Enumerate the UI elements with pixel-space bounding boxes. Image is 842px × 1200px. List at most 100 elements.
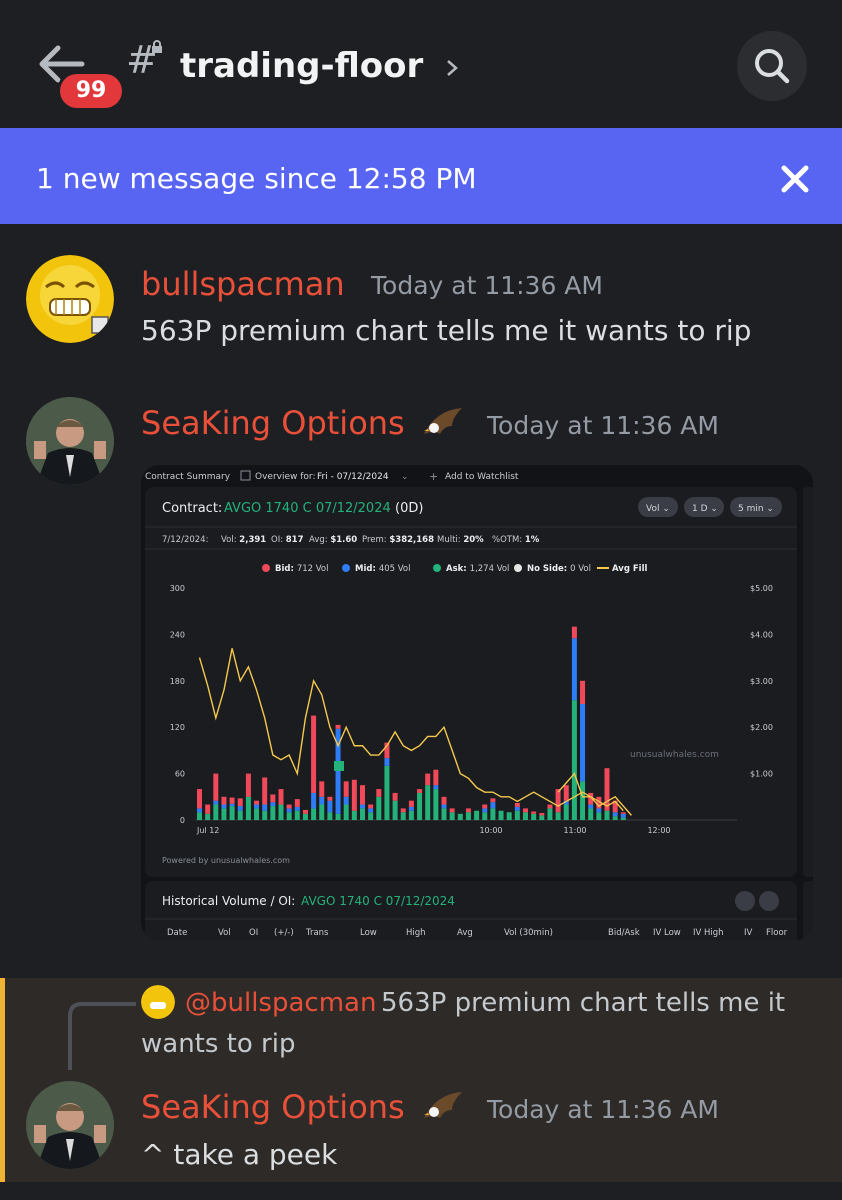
bar-segment-ask — [449, 812, 455, 820]
bar-segment-mid — [270, 802, 276, 807]
bar-segment-ask — [278, 804, 284, 820]
column-header: OI — [249, 928, 258, 938]
bar-segment-ask — [604, 810, 610, 820]
message-author[interactable]: SeaKing Options — [141, 404, 405, 442]
bar-segment-bid — [400, 808, 406, 813]
avatar[interactable] — [26, 255, 114, 343]
chart-panel — [145, 487, 797, 877]
bar-segment-ask — [311, 808, 317, 820]
bar-segment-ask — [408, 810, 414, 820]
bar-segment-bid — [343, 781, 349, 797]
reply-author[interactable]: @bullspacman — [185, 988, 376, 1018]
legend-swatch — [514, 564, 522, 572]
bar-segment-ask — [400, 812, 406, 820]
stat-item: Prem: $382,168 — [362, 535, 434, 545]
bar-segment-ask — [555, 812, 561, 820]
avatar[interactable] — [26, 1081, 114, 1169]
bar-segment-mid — [514, 806, 520, 811]
x-tick-label: 11:00 — [563, 826, 586, 835]
bar-segment-bid — [205, 804, 211, 814]
chart-image-embed[interactable]: Contract Summary Overview for: Fri - 07/… — [141, 465, 813, 940]
legend-swatch — [262, 564, 270, 572]
stat-item: %OTM: 1% — [492, 535, 540, 545]
legend-item: No Side: 0 Vol — [527, 564, 591, 574]
bar-segment-mid — [294, 806, 300, 811]
bar-segment-ask — [327, 812, 333, 820]
bar-segment-bid — [294, 799, 300, 807]
column-header: Avg — [457, 928, 473, 938]
channel-name[interactable]: trading-floor — [180, 46, 423, 86]
bar-segment-bid — [555, 789, 561, 813]
message-timestamp: Today at 11:36 AM — [371, 271, 603, 300]
bar-segment-bid — [286, 804, 292, 809]
bar-segment-ask — [360, 808, 365, 820]
bar-segment-ask — [335, 813, 341, 820]
legend-item: Bid: 712 Vol — [275, 564, 329, 574]
reply-preview-line2[interactable]: wants to rip — [141, 1029, 295, 1059]
column-header: Vol (30min) — [504, 928, 553, 938]
bar-segment-ask — [319, 804, 325, 820]
bar-segment-bid — [441, 796, 447, 805]
bar-segment-ask — [368, 812, 374, 820]
bar-segment-bid — [408, 800, 414, 807]
bar-segment-mid — [254, 804, 260, 809]
column-header: IV High — [693, 928, 724, 938]
bar-segment-mid — [237, 806, 243, 811]
tab-contract-summary: Contract Summary — [145, 472, 231, 482]
mention-bar — [0, 978, 5, 1182]
historical-title: Historical Volume / OI: — [162, 894, 295, 908]
bar-segment-bid — [392, 792, 398, 801]
overview-label: Overview for: — [255, 472, 315, 482]
bar-segment-bid — [490, 798, 496, 803]
unread-count-badge: 99 — [60, 74, 122, 108]
bar-segment-bid — [571, 626, 577, 639]
bar-segment-mid — [327, 800, 333, 813]
bar-segment-ask — [514, 810, 520, 820]
y-tick-label: 120 — [170, 723, 185, 732]
settings-toggle-icon — [735, 891, 755, 911]
bar-segment-bid — [465, 808, 471, 813]
bar-segment-mid — [368, 808, 374, 813]
chart-control-label: 5 min ⌄ — [738, 504, 774, 514]
powered-by: Powered by unusualwhales.com — [162, 856, 290, 865]
bar-segment-mid — [213, 800, 219, 805]
bar-segment-bid — [514, 802, 520, 807]
bar-segment-bid — [368, 804, 374, 809]
y-tick-label: 300 — [170, 584, 185, 593]
stat-item: Avg: $1.60 — [309, 535, 357, 545]
column-header: Bid/Ask — [608, 928, 640, 938]
avatar[interactable] — [26, 397, 114, 485]
contract-name: AVGO 1740 C 07/12/2024 — [224, 501, 391, 516]
column-header: High — [406, 928, 426, 938]
bar-segment-mid — [441, 804, 447, 809]
bar-segment-ask — [229, 806, 235, 820]
bar-segment-ask — [376, 796, 382, 820]
search-button[interactable] — [737, 31, 807, 101]
message-author[interactable]: SeaKing Options — [141, 1088, 405, 1126]
bar-segment-ask — [571, 700, 577, 820]
message-author[interactable]: bullspacman — [141, 265, 345, 303]
contract-label: Contract: — [162, 501, 222, 516]
bar-segment-bid — [620, 812, 626, 814]
historical-contract: AVGO 1740 C 07/12/2024 — [301, 894, 455, 908]
bar-segment-bid — [523, 808, 528, 813]
bar-segment-ask — [254, 808, 260, 820]
bar-segment-ask — [490, 808, 496, 820]
bar-segment-mid — [596, 808, 602, 813]
bar-segment-ask — [433, 789, 439, 820]
bar-segment-ask — [498, 810, 504, 820]
message-timestamp: Today at 11:36 AM — [487, 411, 719, 440]
bar-segment-bid — [376, 789, 382, 797]
reply-preview-line1[interactable]: 563P premium chart tells me it — [381, 988, 785, 1018]
close-icon[interactable] — [778, 162, 812, 196]
bar-segment-mid — [286, 808, 292, 813]
stat-item: OI: 817 — [271, 535, 304, 545]
bar-segment-bid — [245, 773, 251, 797]
eagle-icon — [424, 1092, 462, 1118]
bar-segment-ask — [523, 812, 528, 820]
bar-segment-ask — [245, 796, 251, 820]
stat-item: Multi: 20% — [437, 535, 484, 545]
chevron-right-icon[interactable] — [444, 58, 460, 78]
bar-segment-mid — [221, 804, 227, 809]
bar-segment-bid — [425, 773, 431, 786]
